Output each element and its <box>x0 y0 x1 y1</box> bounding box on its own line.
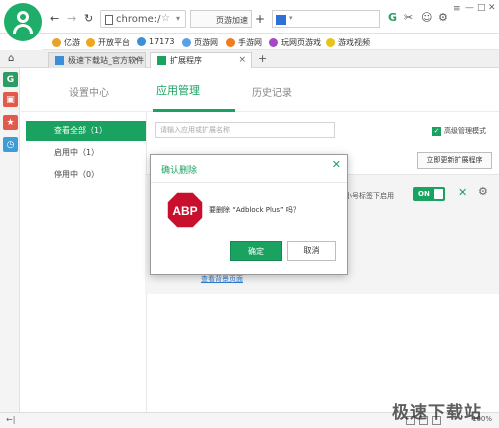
user-avatar[interactable] <box>4 3 42 41</box>
menu-icon[interactable]: ≡ <box>453 3 461 15</box>
confirm-button[interactable]: 确定 <box>230 241 282 261</box>
add-button[interactable]: + <box>255 12 265 26</box>
sidebar-item-disabled[interactable]: 停用中（0） <box>26 165 146 185</box>
abp-logo-text: ABP <box>172 204 197 218</box>
tab-download-site[interactable]: 极速下载站_官方软件 × <box>48 52 146 68</box>
adblock-plus-logo-icon: ABP <box>166 191 204 229</box>
bookmark-icon <box>269 38 278 47</box>
bookmark-star-icon[interactable]: ☆ <box>161 13 170 24</box>
toggle-knob <box>434 189 443 199</box>
url-text: chrome:/ <box>116 14 161 25</box>
dev-mode-checkbox[interactable]: ✓ 高级管理模式 <box>432 126 486 136</box>
bookmark-icon <box>326 38 335 47</box>
bookmark-icon <box>137 37 146 46</box>
avatar-body-icon <box>13 24 33 34</box>
background-page-link[interactable]: 查看背景页面 <box>201 274 243 284</box>
minimize-icon[interactable]: — <box>465 2 474 14</box>
sidebar-item-enabled[interactable]: 启用中（1） <box>26 143 146 163</box>
search-engine-dropdown-icon[interactable]: ▾ <box>289 14 293 22</box>
bookmark-label: 游戏视频 <box>338 38 370 47</box>
dev-mode-label: 高级管理模式 <box>444 127 486 135</box>
gamepad-icon[interactable]: ▣ <box>3 92 18 107</box>
history-clock-icon[interactable]: ◷ <box>3 137 18 152</box>
new-tab-button[interactable]: + <box>258 52 267 65</box>
bookmark-label: 玩网页游戏 <box>281 38 321 47</box>
user-icon[interactable]: ☺ <box>421 12 432 24</box>
extension-favicon-icon <box>157 56 166 65</box>
game-center-icon[interactable]: G <box>3 72 18 87</box>
dialog-message: 要删除 “Adblock Plus” 吗？ <box>209 206 300 214</box>
forward-button[interactable]: → <box>67 13 76 25</box>
settings-gear-icon[interactable]: ⚙ <box>438 12 448 24</box>
active-tab-indicator <box>153 109 235 112</box>
tab-extensions[interactable]: 扩展程序 × <box>150 52 252 68</box>
url-dropdown-icon[interactable]: ▾ <box>176 14 180 23</box>
tab-close-icon[interactable]: × <box>238 55 246 65</box>
bookmark-item[interactable]: 页游网 <box>182 37 218 48</box>
bookmark-item[interactable]: 手游网 <box>226 37 262 48</box>
enable-toggle[interactable]: ON <box>413 187 445 201</box>
sidebar-item-all[interactable]: 查看全部（1） <box>26 121 146 141</box>
bookmark-item[interactable]: 玩网页游戏 <box>269 37 321 48</box>
page-icon <box>105 15 113 25</box>
bookmark-label: 亿游 <box>64 38 80 47</box>
search-engine-icon[interactable] <box>276 15 286 25</box>
game-speed-label: 页游加速 <box>216 16 248 25</box>
bookmark-item[interactable]: 17173 <box>137 37 174 46</box>
bookmark-label: 页游网 <box>194 38 218 47</box>
google-translate-icon[interactable]: G <box>388 12 397 24</box>
cancel-button[interactable]: 取消 <box>287 241 336 261</box>
back-button[interactable]: ← <box>50 13 59 25</box>
bookmark-icon <box>182 38 191 47</box>
tab-app-management[interactable]: 应用管理 <box>156 82 200 98</box>
search-box[interactable]: ▾ <box>272 10 380 28</box>
top-navigation: 设置中心 应用管理 历史记录 <box>21 68 499 112</box>
tab-settings-center[interactable]: 设置中心 <box>69 84 109 99</box>
bookmark-icon <box>86 38 95 47</box>
bookmark-label: 17173 <box>149 37 175 46</box>
tab-label: 扩展程序 <box>170 56 202 65</box>
tab-strip: ⌂ 极速下载站_官方软件 × 扩展程序 × + <box>0 50 499 68</box>
browser-toolbar: ← → ↻ chrome:/ ☆ ▾ 页游加速 + ▾ G ✂ ☺ ⚙ ≡ — … <box>0 0 499 34</box>
dialog-divider <box>151 182 347 183</box>
site-favicon-icon <box>55 56 64 65</box>
extension-settings-icon[interactable]: ⚙ <box>478 185 488 198</box>
scissors-icon[interactable]: ✂ <box>404 12 413 24</box>
bookmark-item[interactable]: 开放平台 <box>86 37 130 48</box>
home-icon[interactable]: ⌂ <box>8 53 14 64</box>
reload-button[interactable]: ↻ <box>84 13 93 25</box>
bookmark-label: 手游网 <box>238 38 262 47</box>
avatar-head-icon <box>17 11 29 23</box>
dialog-title: 确认删除 <box>161 166 198 176</box>
toggle-label: ON <box>418 190 430 198</box>
remove-extension-icon[interactable]: ✕ <box>458 186 467 199</box>
bookmark-icon <box>52 38 61 47</box>
dialog-close-icon[interactable]: ✕ <box>332 158 341 171</box>
side-rail: G ▣ ★ ◷ <box>0 68 20 412</box>
tab-history[interactable]: 历史记录 <box>252 84 292 99</box>
incognito-label: 小号标签下启用 <box>345 192 394 200</box>
favorites-star-icon[interactable]: ★ <box>3 115 18 130</box>
checkbox-check-icon: ✓ <box>432 126 441 136</box>
maximize-icon[interactable]: □ <box>477 2 486 14</box>
address-bar[interactable]: chrome:/ ☆ ▾ <box>100 10 186 28</box>
bookmark-icon <box>226 38 235 47</box>
confirm-delete-dialog: 确认删除 ✕ ABP 要删除 “Adblock Plus” 吗？ 确定 取消 <box>150 154 348 275</box>
close-window-icon[interactable]: ✕ <box>488 2 496 14</box>
status-left-icon[interactable]: ←| <box>6 415 15 424</box>
update-extensions-button[interactable]: 立即更新扩展程序 <box>417 152 492 169</box>
game-speed-button[interactable]: 页游加速 <box>190 10 252 28</box>
extension-search-input[interactable]: 请输入应用或扩展名称 <box>155 122 335 138</box>
site-watermark: 极速下载站 <box>392 403 482 423</box>
tab-close-icon[interactable]: × <box>132 55 140 65</box>
bookmark-label: 开放平台 <box>98 38 130 47</box>
bookmark-item[interactable]: 亿游 <box>52 37 80 48</box>
bookmark-item[interactable]: 游戏视频 <box>326 37 370 48</box>
bookmarks-bar: 亿游 开放平台 17173 页游网 手游网 玩网页游戏 游戏视频 <box>42 34 499 50</box>
